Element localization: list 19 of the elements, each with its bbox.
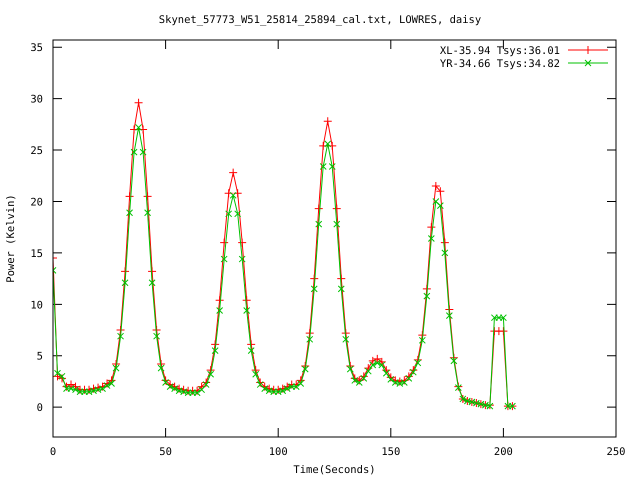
axis-tick-label: 10: [30, 299, 43, 312]
axis-tick-label: 20: [30, 196, 43, 208]
axis-tick-label: 0: [36, 402, 43, 414]
axis-title: Time(Seconds): [293, 464, 376, 476]
axis-tick-label: 25: [30, 145, 43, 158]
axis-tick-label: 15: [30, 248, 43, 260]
legend-label: YR-34.66 Tsys:34.82: [440, 58, 560, 70]
axis-tick-label: 250: [606, 446, 626, 458]
axis-title: Power (Kelvin): [5, 194, 17, 283]
axis-tick-label: 150: [381, 446, 400, 458]
axis-tick-label: 30: [30, 94, 43, 106]
legend-label: XL-35.94 Tsys:36.01: [440, 45, 560, 57]
axis-tick-label: 0: [50, 446, 56, 458]
axis-tick-label: 35: [30, 42, 43, 54]
axis-tick-label: 200: [494, 446, 513, 458]
axis-tick-label: 5: [36, 350, 43, 363]
chart-title: Skynet_57773_W51_25814_25894_cal.txt, LOWRES, daisy: [158, 14, 482, 26]
axis-tick-label: 50: [159, 446, 172, 458]
axis-tick-label: 100: [268, 446, 288, 458]
